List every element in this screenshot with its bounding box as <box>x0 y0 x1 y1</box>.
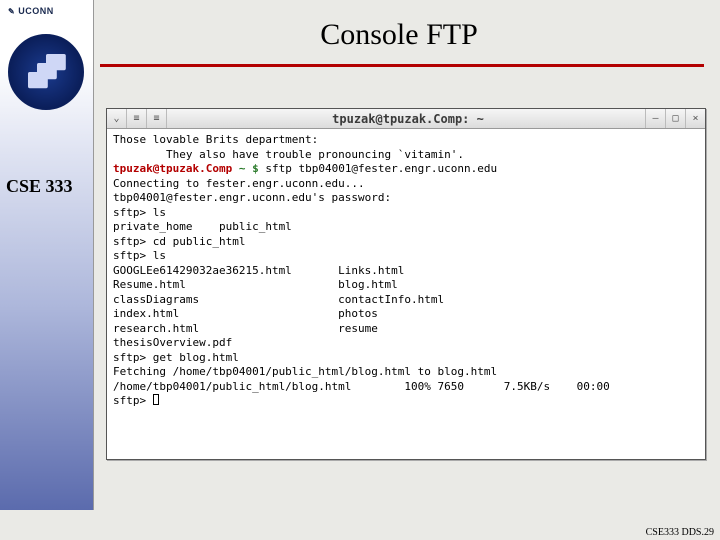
university-logo: ✎ UCONN <box>8 6 54 16</box>
minimize-button[interactable]: — <box>645 109 665 128</box>
terminal-window: ⌄ ≡ ≡ tpuzak@tpuzak.Comp: ~ — □ × Those … <box>106 108 706 460</box>
maximize-button[interactable]: □ <box>665 109 685 128</box>
slide: ✎ UCONN CSE 333 Console FTP ⌄ ≡ ≡ tpuzak… <box>0 0 720 540</box>
tab-prev-button[interactable]: ≡ <box>127 109 147 128</box>
tab-next-button[interactable]: ≡ <box>147 109 167 128</box>
terminal-title: tpuzak@tpuzak.Comp: ~ <box>171 112 645 126</box>
footer-note: CSE333 DDS.29 <box>646 527 714 538</box>
title-underline <box>100 64 704 67</box>
cse-seal <box>8 34 84 110</box>
terminal-titlebar[interactable]: ⌄ ≡ ≡ tpuzak@tpuzak.Comp: ~ — □ × <box>107 109 705 129</box>
terminal-body[interactable]: Those lovable Brits department: They als… <box>107 129 705 455</box>
menu-button[interactable]: ⌄ <box>107 109 127 128</box>
course-label: CSE 333 <box>0 176 94 197</box>
page-title: Console FTP <box>94 18 704 52</box>
sidebar: ✎ UCONN CSE 333 <box>0 0 94 510</box>
logo-text: UCONN <box>18 6 54 16</box>
close-button[interactable]: × <box>685 109 705 128</box>
